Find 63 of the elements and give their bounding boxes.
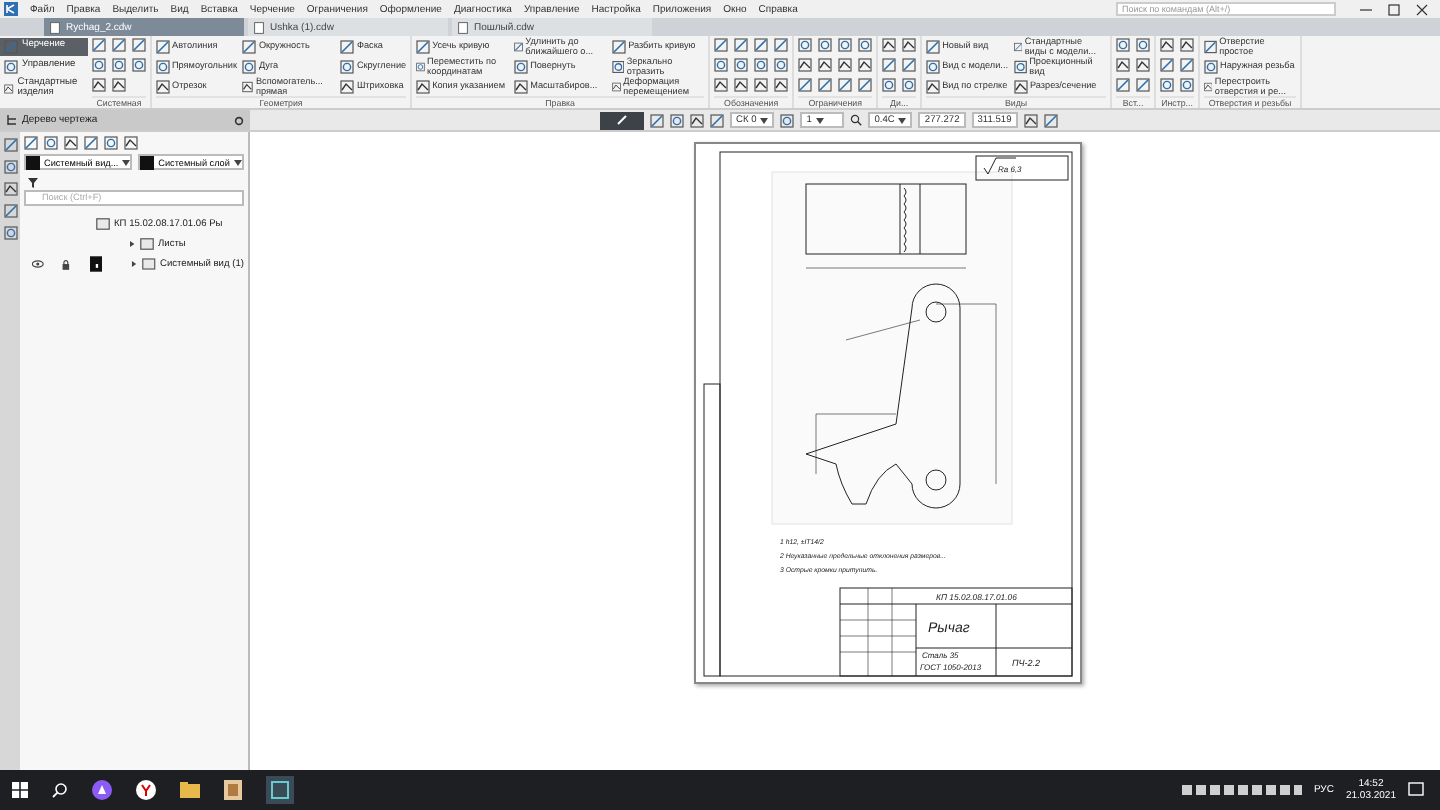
tool-icon[interactable] — [926, 80, 941, 94]
tool-icon[interactable] — [734, 78, 749, 92]
view-icon — [26, 155, 40, 169]
tool-icon[interactable] — [92, 78, 106, 92]
tree-icon — [6, 114, 18, 126]
tool-icon[interactable] — [798, 58, 813, 72]
dropdown-arrow-icon — [815, 117, 824, 123]
tool-icon[interactable] — [1023, 113, 1038, 127]
tool-icon[interactable] — [818, 58, 833, 72]
settings-icon[interactable] — [234, 115, 244, 125]
tool-icon[interactable] — [774, 78, 789, 92]
tool-icon[interactable] — [1014, 60, 1028, 74]
start-icon[interactable] — [12, 782, 28, 798]
tool-icon[interactable] — [882, 38, 897, 52]
eye-icon[interactable] — [32, 260, 44, 268]
tool-icon[interactable] — [156, 80, 170, 94]
layer-icon — [140, 155, 155, 169]
tool-icon[interactable] — [1014, 80, 1029, 94]
caret-icon[interactable] — [128, 240, 136, 248]
tool-icon[interactable] — [612, 80, 622, 94]
tool-icon[interactable] — [112, 78, 126, 92]
tool-icon[interactable] — [838, 58, 853, 72]
document-icon — [96, 218, 110, 230]
tool-icon[interactable] — [1180, 38, 1195, 52]
tool-icon[interactable] — [124, 136, 138, 150]
tool-icon[interactable] — [902, 38, 917, 52]
tray-icons-drawing — [1181, 784, 1302, 796]
tool-icon[interactable] — [1160, 38, 1175, 52]
tool-icon[interactable] — [1204, 40, 1218, 54]
folder-icon[interactable] — [180, 782, 200, 798]
tool-icon[interactable] — [858, 58, 873, 72]
zoom-icon[interactable] — [850, 114, 863, 126]
dropdown-arrow-icon — [233, 159, 242, 165]
tool-icon[interactable] — [64, 136, 78, 150]
tool-icon[interactable] — [612, 60, 625, 74]
snap-button[interactable] — [600, 111, 644, 129]
tool-icon[interactable] — [4, 82, 14, 97]
pencil-icon — [616, 114, 628, 126]
tool-icon[interactable] — [416, 80, 431, 94]
dropdown-arrow-icon — [898, 117, 907, 123]
dropdown-arrow-icon — [760, 117, 769, 123]
app-logo-icon — [4, 2, 18, 16]
notification-icon[interactable] — [1408, 782, 1424, 798]
tool-icon[interactable] — [514, 80, 529, 94]
assistant-icon[interactable] — [92, 780, 112, 800]
maximize-icon[interactable] — [1388, 3, 1400, 15]
tool-icon[interactable] — [754, 78, 769, 92]
caret-icon[interactable] — [130, 260, 139, 268]
tool-icon[interactable] — [3, 182, 17, 196]
cad-app-icon[interactable] — [266, 776, 294, 804]
tool-icon[interactable] — [1136, 58, 1151, 72]
search-icon[interactable] — [52, 782, 68, 798]
tool-icon[interactable] — [1116, 58, 1131, 72]
tool-icon[interactable] — [242, 80, 254, 94]
close-icon[interactable] — [1416, 3, 1428, 15]
layer-icon[interactable] — [89, 256, 103, 272]
lock-icon[interactable] — [61, 259, 70, 269]
browser-icon[interactable] — [136, 780, 156, 800]
tool-icon[interactable] — [690, 113, 704, 127]
tool-icon[interactable] — [340, 80, 355, 94]
tool-icon[interactable] — [714, 78, 729, 92]
minimize-icon[interactable] — [1360, 3, 1372, 15]
dropdown-arrow-icon — [122, 159, 131, 165]
